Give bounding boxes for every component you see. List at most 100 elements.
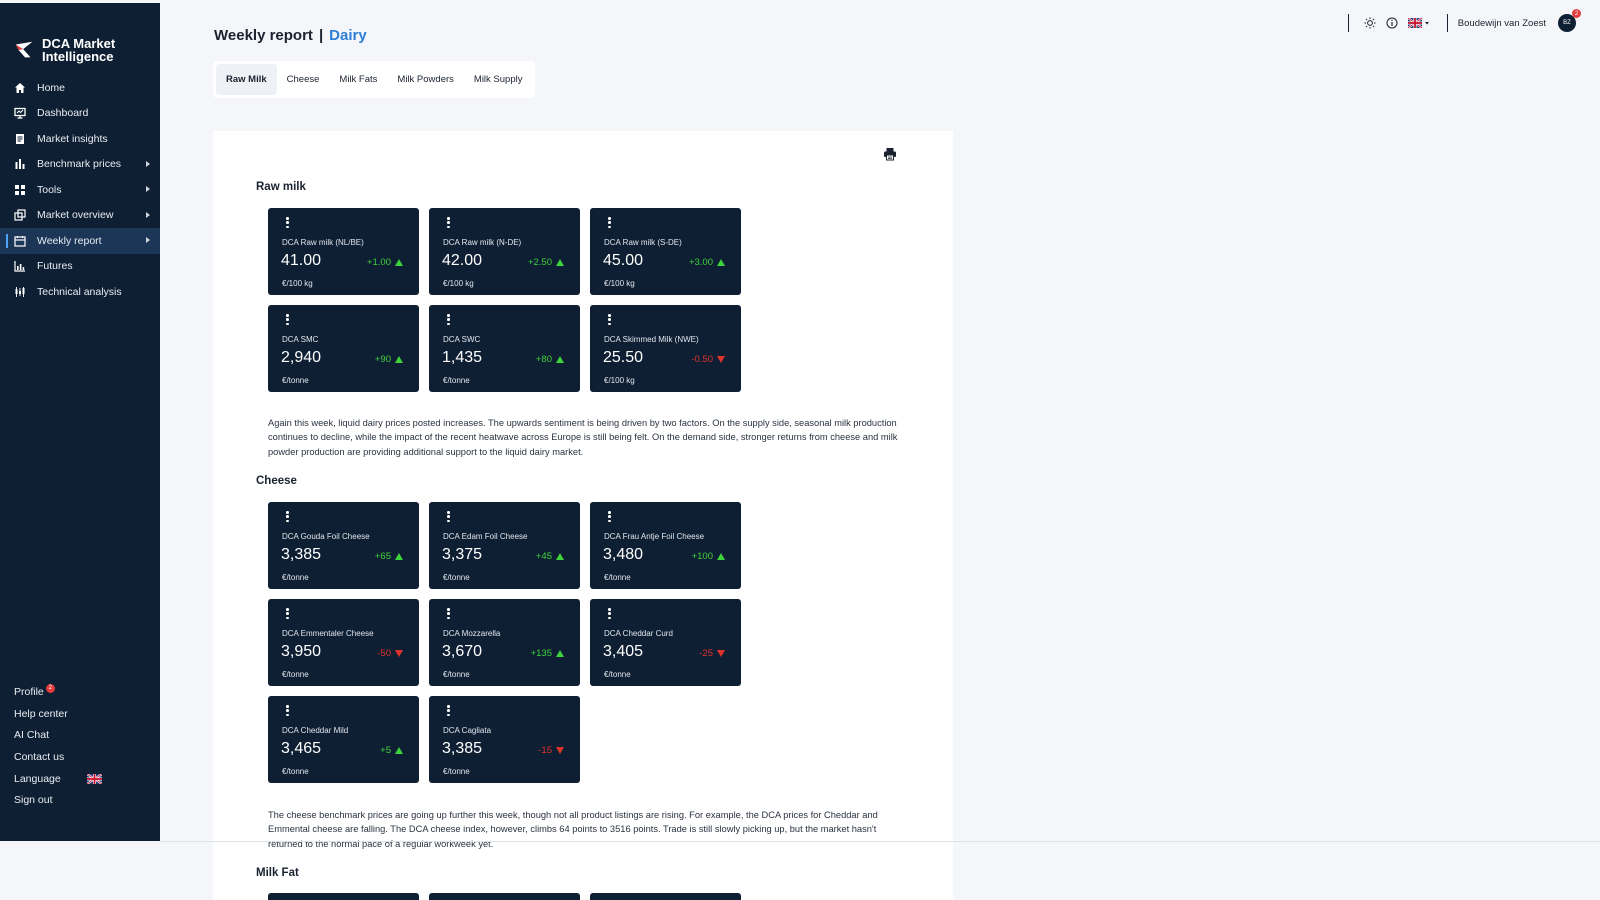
price-card[interactable]: DCA Raw milk (NL/BE) 41.00 +1.00 €/100 k… <box>268 208 419 295</box>
card-value: 1,435 <box>442 349 483 366</box>
price-card[interactable]: DCA Edam Foil Cheese 3,375 +45 €/tonne <box>429 502 580 589</box>
sidebar-item-dashboard[interactable]: Dashboard <box>0 101 160 127</box>
section-title-cheese: Cheese <box>256 475 297 487</box>
more-vertical-icon[interactable] <box>286 217 289 228</box>
card-change: +3.00 <box>689 257 725 268</box>
arrow-down-icon <box>395 650 403 657</box>
arrow-up-icon <box>556 356 564 363</box>
brand-name: DCA Market Intelligence <box>42 36 116 64</box>
layers-icon <box>14 209 26 221</box>
contact-us-label: Contact us <box>14 751 65 764</box>
profile-label: Profile <box>14 686 44 699</box>
brand[interactable]: DCA Market Intelligence <box>0 3 160 75</box>
sidebar-item-tools[interactable]: Tools <box>0 177 160 203</box>
card-unit: €/100 kg <box>282 279 313 288</box>
sidebar-item-weekly-report[interactable]: Weekly report <box>0 228 160 254</box>
card-name: DCA Frau Antje Foil Cheese <box>604 532 705 541</box>
more-vertical-icon[interactable] <box>286 705 289 716</box>
price-card[interactable]: DCA Cheddar Mild 3,465 +5 €/tonne <box>268 696 419 783</box>
more-vertical-icon[interactable] <box>608 314 611 325</box>
report-panel: Raw milk DCA Raw milk (NL/BE) 41.00 +1.0… <box>213 131 953 900</box>
card-change: +65 <box>375 551 403 562</box>
theme-toggle-sun-icon[interactable] <box>1364 17 1376 29</box>
price-card[interactable]: DCA Cagliata 3,385 -15 €/tonne <box>429 696 580 783</box>
price-card[interactable]: DCA Raw milk (S-DE) 45.00 +3.00 €/100 kg <box>590 208 741 295</box>
price-card-partial[interactable] <box>429 893 580 900</box>
tab-milk-powders[interactable]: Milk Powders <box>387 64 464 95</box>
price-card-partial[interactable] <box>590 893 741 900</box>
contact-us-link[interactable]: Contact us <box>0 746 160 768</box>
avatar-initials: BZ <box>1563 20 1571 26</box>
more-vertical-icon[interactable] <box>608 217 611 228</box>
arrow-up-icon <box>395 356 403 363</box>
card-value: 3,405 <box>603 643 644 660</box>
more-vertical-icon[interactable] <box>608 511 611 522</box>
price-card[interactable]: DCA Gouda Foil Cheese 3,385 +65 €/tonne <box>268 502 419 589</box>
tab-raw-milk[interactable]: Raw Milk <box>216 64 277 95</box>
tab-cheese[interactable]: Cheese <box>277 64 330 95</box>
more-vertical-icon[interactable] <box>447 705 450 716</box>
avatar[interactable]: BZ 2 <box>1558 9 1581 32</box>
card-name: DCA Raw milk (N-DE) <box>443 238 522 247</box>
more-vertical-icon[interactable] <box>608 608 611 619</box>
info-icon[interactable] <box>1386 17 1398 29</box>
divider <box>1347 14 1349 32</box>
sidebar-item-market-insights[interactable]: Market insights <box>0 126 160 152</box>
price-card[interactable]: DCA Cheddar Curd 3,405 -25 €/tonne <box>590 599 741 686</box>
more-vertical-icon[interactable] <box>447 511 450 522</box>
sidebar-item-futures[interactable]: Futures <box>0 254 160 280</box>
price-card[interactable]: DCA SMC 2,940 +90 €/tonne <box>268 305 419 392</box>
chevron-right-icon <box>146 160 150 167</box>
price-card[interactable]: DCA Skimmed Milk (NWE) 25.50 -0.50 €/100… <box>590 305 741 392</box>
print-icon[interactable] <box>883 147 897 161</box>
more-vertical-icon[interactable] <box>447 217 450 228</box>
card-name: DCA Raw milk (S-DE) <box>604 238 682 247</box>
card-unit: €/tonne <box>443 376 470 385</box>
change-text: +100 <box>691 551 713 562</box>
price-card[interactable]: DCA Raw milk (N-DE) 42.00 +2.50 €/100 kg <box>429 208 580 295</box>
card-unit: €/tonne <box>604 573 631 582</box>
user-name[interactable]: Boudewijn van Zoest <box>1458 18 1546 29</box>
card-value: 41.00 <box>281 252 322 269</box>
more-vertical-icon[interactable] <box>286 608 289 619</box>
bar-chart-icon <box>14 158 26 170</box>
change-text: +2.50 <box>527 257 552 268</box>
change-text: -50 <box>377 648 391 659</box>
card-unit: €/100 kg <box>604 376 635 385</box>
sign-out-label: Sign out <box>14 794 53 807</box>
page-subtitle: Dairy <box>329 27 367 44</box>
price-card-partial[interactable] <box>268 893 419 900</box>
price-card[interactable]: DCA Emmentaler Cheese 3,950 -50 €/tonne <box>268 599 419 686</box>
sidebar: DCA Market Intelligence Home Dashboard M… <box>0 3 160 841</box>
more-vertical-icon[interactable] <box>286 511 289 522</box>
card-name: DCA Edam Foil Cheese <box>443 532 528 541</box>
sidebar-item-home[interactable]: Home <box>0 75 160 101</box>
sidebar-item-benchmark-prices[interactable]: Benchmark prices <box>0 152 160 178</box>
sidebar-item-label: Weekly report <box>37 234 102 247</box>
tab-milk-supply[interactable]: Milk Supply <box>464 64 533 95</box>
price-card[interactable]: DCA Mozzarella 3,670 +135 €/tonne <box>429 599 580 686</box>
more-vertical-icon[interactable] <box>447 608 450 619</box>
more-vertical-icon[interactable] <box>447 314 450 325</box>
section-title-milk-fat: Milk Fat <box>256 867 299 879</box>
card-change: +1.00 <box>367 257 403 268</box>
page-title: Weekly report | Dairy <box>214 27 367 44</box>
ai-chat-link[interactable]: AI Chat <box>0 725 160 747</box>
sidebar-item-market-overview[interactable]: Market overview <box>0 203 160 229</box>
help-center-label: Help center <box>14 707 68 720</box>
arrow-up-icon <box>395 553 403 560</box>
sidebar-item-technical-analysis[interactable]: Technical analysis <box>0 279 160 305</box>
help-center-link[interactable]: Help center <box>0 703 160 725</box>
tab-milk-fats[interactable]: Milk Fats <box>329 64 387 95</box>
language-selector[interactable]: Language <box>0 768 160 790</box>
home-icon <box>14 82 26 94</box>
language-dropdown[interactable] <box>1407 17 1432 29</box>
divider <box>160 841 1600 842</box>
card-value: 3,465 <box>281 740 322 757</box>
more-vertical-icon[interactable] <box>286 314 289 325</box>
grid-icon <box>14 184 26 196</box>
sign-out-link[interactable]: Sign out <box>0 789 160 811</box>
profile-link[interactable]: Profile 2 <box>0 681 160 703</box>
price-card[interactable]: DCA SWC 1,435 +80 €/tonne <box>429 305 580 392</box>
price-card[interactable]: DCA Frau Antje Foil Cheese 3,480 +100 €/… <box>590 502 741 589</box>
